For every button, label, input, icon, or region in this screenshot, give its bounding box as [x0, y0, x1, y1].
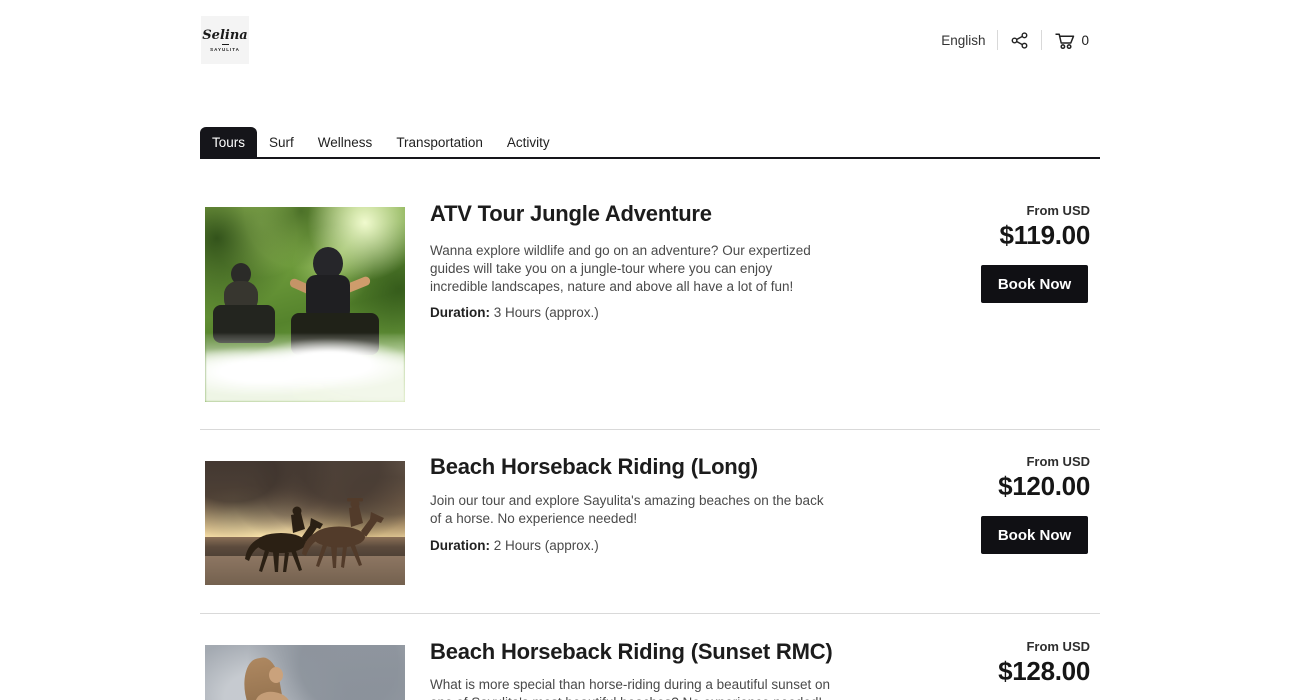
tour-price: $120.00 — [998, 471, 1090, 502]
language-selector[interactable]: English — [941, 33, 985, 48]
price-block: From USD $128.00 — [998, 639, 1090, 687]
tour-row-horseback-long: Beach Horseback Riding (Long) Join our t… — [200, 430, 1100, 614]
horse-silhouettes-art — [243, 487, 393, 572]
logo-divider — [222, 44, 229, 45]
logo-location-text: SAYULITA — [210, 47, 240, 52]
duration-label: Duration: — [430, 538, 490, 553]
from-usd-label: From USD — [998, 454, 1090, 469]
tour-price: $119.00 — [1000, 220, 1090, 251]
tour-description: What is more special than horse-riding d… — [430, 676, 830, 700]
share-icon[interactable] — [1010, 31, 1029, 50]
tour-duration: Duration: 2 Hours (approx.) — [430, 538, 599, 553]
tour-duration: Duration: 3 Hours (approx.) — [430, 305, 599, 320]
duration-value: 2 Hours (approx.) — [494, 538, 599, 553]
woman-face-art — [269, 667, 283, 683]
price-block: From USD $120.00 — [998, 454, 1090, 502]
tour-list: ATV Tour Jungle Adventure Wanna explore … — [200, 159, 1100, 700]
tab-transportation[interactable]: Transportation — [384, 127, 495, 159]
tab-activity[interactable]: Activity — [495, 127, 562, 159]
water-splash-art — [205, 334, 405, 402]
tour-price: $128.00 — [998, 656, 1090, 687]
from-usd-label: From USD — [1000, 203, 1090, 218]
category-tabs: Tours Surf Wellness Transportation Activ… — [200, 127, 1100, 159]
tour-title: Beach Horseback Riding (Long) — [430, 454, 758, 480]
tour-description: Join our tour and explore Sayulita's ama… — [430, 492, 830, 528]
duration-value: 3 Hours (approx.) — [494, 305, 599, 320]
logo-brand-text: Selina — [202, 29, 247, 42]
duration-label: Duration: — [430, 305, 490, 320]
tour-thumbnail-sunset-rmc[interactable] — [205, 645, 405, 700]
price-block: From USD $119.00 — [1000, 203, 1090, 251]
tour-title: Beach Horseback Riding (Sunset RMC) — [430, 639, 833, 665]
tour-thumbnail-atv[interactable] — [205, 207, 405, 402]
tour-title: ATV Tour Jungle Adventure — [430, 201, 712, 227]
tours-page: Selina SAYULITA English — [0, 0, 1300, 700]
header-divider — [997, 30, 998, 50]
cart-button[interactable]: 0 — [1054, 31, 1089, 50]
tab-tours[interactable]: Tours — [200, 127, 257, 159]
tab-wellness[interactable]: Wellness — [306, 127, 385, 159]
cloudy-sky-art — [205, 645, 405, 700]
tour-description: Wanna explore wildlife and go on an adve… — [430, 242, 830, 296]
book-now-button[interactable]: Book Now — [981, 516, 1088, 554]
tour-row-atv: ATV Tour Jungle Adventure Wanna explore … — [200, 159, 1100, 430]
cart-icon — [1054, 31, 1076, 50]
header-divider — [1041, 30, 1042, 50]
selina-logo[interactable]: Selina SAYULITA — [201, 16, 249, 64]
tour-row-horseback-sunset: Beach Horseback Riding (Sunset RMC) What… — [200, 614, 1100, 700]
tab-surf[interactable]: Surf — [257, 127, 306, 159]
tour-thumbnail-horseback[interactable] — [205, 461, 405, 585]
from-usd-label: From USD — [998, 639, 1090, 654]
book-now-button[interactable]: Book Now — [981, 265, 1088, 303]
cart-count: 0 — [1081, 33, 1089, 48]
header-actions: English 0 — [941, 29, 1089, 51]
